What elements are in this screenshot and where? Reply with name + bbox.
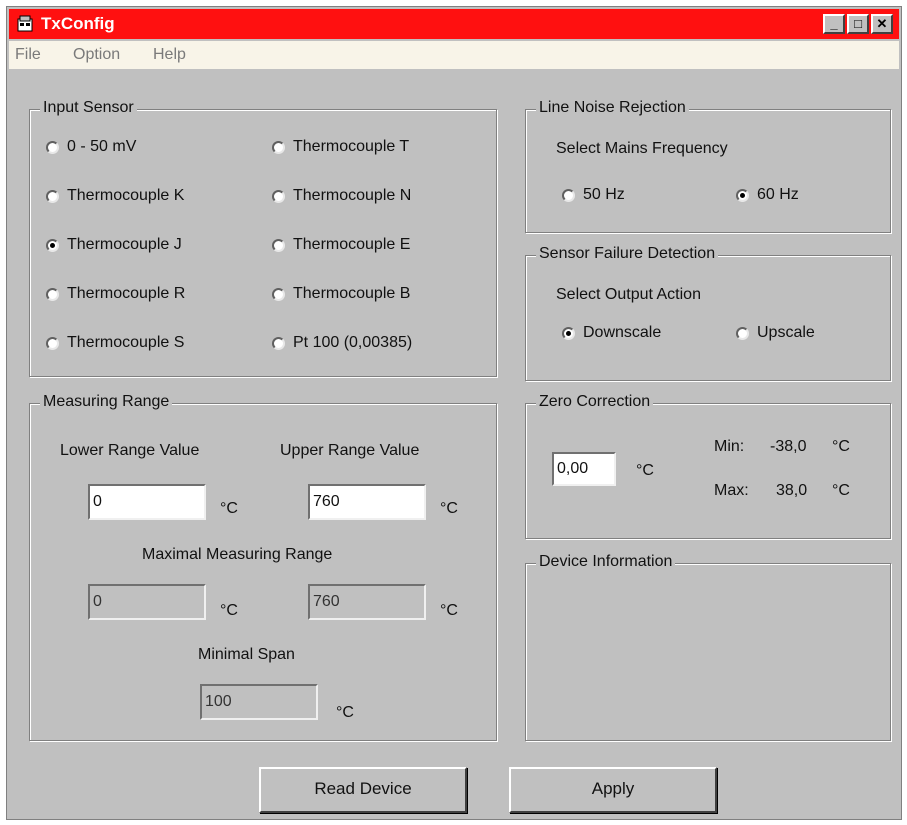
radio-thermocouple-j[interactable]: Thermocouple J — [46, 236, 182, 254]
minimal-span-label: Minimal Span — [198, 646, 295, 663]
radio-indicator — [272, 238, 285, 252]
mains-frequency-prompt: Select Mains Frequency — [556, 140, 728, 157]
max-upper-field — [308, 584, 426, 620]
radio-thermocouple-e[interactable]: Thermocouple E — [272, 236, 410, 254]
zero-correction-unit: °C — [636, 462, 654, 479]
menu-bar: File Option Help — [9, 41, 899, 69]
max-lower-field — [88, 584, 206, 620]
read-device-button[interactable]: Read Device — [259, 767, 467, 813]
line-noise-group: Line Noise Rejection Select Mains Freque… — [525, 99, 891, 233]
radio-indicator — [272, 287, 285, 301]
menu-file[interactable]: File — [15, 46, 41, 64]
minimize-button[interactable]: _ — [823, 14, 845, 34]
radio-indicator — [736, 326, 749, 340]
maximal-range-label: Maximal Measuring Range — [142, 546, 333, 563]
radio-indicator — [272, 140, 285, 154]
minimal-span-field — [200, 684, 318, 720]
radio-indicator — [562, 326, 575, 340]
radio-indicator — [46, 238, 59, 252]
window-title: TxConfig — [41, 14, 115, 33]
txconfig-window: TxConfig _ □ ✕ File Option Help Input Se… — [6, 6, 902, 820]
lower-range-label: Lower Range Value — [60, 442, 200, 459]
max-unit: °C — [832, 482, 850, 499]
min-label: Min: — [714, 438, 745, 455]
radio-thermocouple-n[interactable]: Thermocouple N — [272, 187, 411, 205]
minimal-span-unit: °C — [336, 704, 354, 721]
menu-option[interactable]: Option — [73, 46, 120, 64]
radio-downscale[interactable]: Downscale — [562, 324, 661, 342]
radio-thermocouple-r[interactable]: Thermocouple R — [46, 285, 185, 303]
radio-thermocouple-b[interactable]: Thermocouple B — [272, 285, 410, 303]
line-noise-title: Line Noise Rejection — [536, 99, 689, 117]
radio-upscale[interactable]: Upscale — [736, 324, 815, 342]
max-lower-unit: °C — [220, 602, 238, 619]
radio-indicator — [736, 188, 749, 202]
zero-correction-group: Zero Correction °C Min: -38,0 °C Max: 38… — [525, 393, 891, 539]
zero-correction-input[interactable] — [552, 452, 616, 486]
radio-indicator — [46, 336, 59, 350]
measuring-range-title: Measuring Range — [40, 393, 173, 411]
lower-range-unit: °C — [220, 500, 238, 517]
device-information-title: Device Information — [536, 553, 676, 571]
radio-indicator — [46, 189, 59, 203]
menu-help[interactable]: Help — [153, 46, 186, 64]
apply-button[interactable]: Apply — [509, 767, 717, 813]
max-value: 38,0 — [776, 482, 808, 499]
radio-indicator — [46, 287, 59, 301]
radio-indicator — [46, 140, 59, 154]
output-action-prompt: Select Output Action — [556, 286, 701, 303]
radio-thermocouple-s[interactable]: Thermocouple S — [46, 334, 184, 352]
radio-thermocouple-k[interactable]: Thermocouple K — [46, 187, 184, 205]
sensor-failure-title: Sensor Failure Detection — [536, 245, 719, 263]
device-information-group: Device Information — [525, 553, 891, 741]
client-area: Input Sensor 0 - 50 mV Thermocouple K Th… — [9, 73, 899, 817]
input-sensor-title: Input Sensor — [40, 99, 137, 117]
sensor-failure-group: Sensor Failure Detection Select Output A… — [525, 245, 891, 381]
radio-indicator — [272, 189, 285, 203]
zero-correction-title: Zero Correction — [536, 393, 654, 411]
min-unit: °C — [832, 438, 850, 455]
maximize-button[interactable]: □ — [847, 14, 869, 34]
upper-range-label: Upper Range Value — [280, 442, 420, 459]
upper-range-unit: °C — [440, 500, 458, 517]
radio-0-50mv[interactable]: 0 - 50 mV — [46, 138, 136, 156]
title-bar[interactable]: TxConfig _ □ ✕ — [9, 9, 899, 39]
radio-pt100[interactable]: Pt 100 (0,00385) — [272, 334, 412, 352]
radio-indicator — [272, 336, 285, 350]
input-sensor-group: Input Sensor 0 - 50 mV Thermocouple K Th… — [29, 99, 497, 377]
max-label: Max: — [714, 482, 749, 499]
min-value: -38,0 — [770, 438, 807, 455]
max-upper-unit: °C — [440, 602, 458, 619]
app-icon — [17, 15, 35, 33]
radio-50hz[interactable]: 50 Hz — [562, 186, 625, 204]
radio-60hz[interactable]: 60 Hz — [736, 186, 799, 204]
close-button[interactable]: ✕ — [871, 14, 893, 34]
upper-range-input[interactable] — [308, 484, 426, 520]
lower-range-input[interactable] — [88, 484, 206, 520]
radio-indicator — [562, 188, 575, 202]
radio-thermocouple-t[interactable]: Thermocouple T — [272, 138, 409, 156]
measuring-range-group: Measuring Range Lower Range Value Upper … — [29, 393, 497, 741]
